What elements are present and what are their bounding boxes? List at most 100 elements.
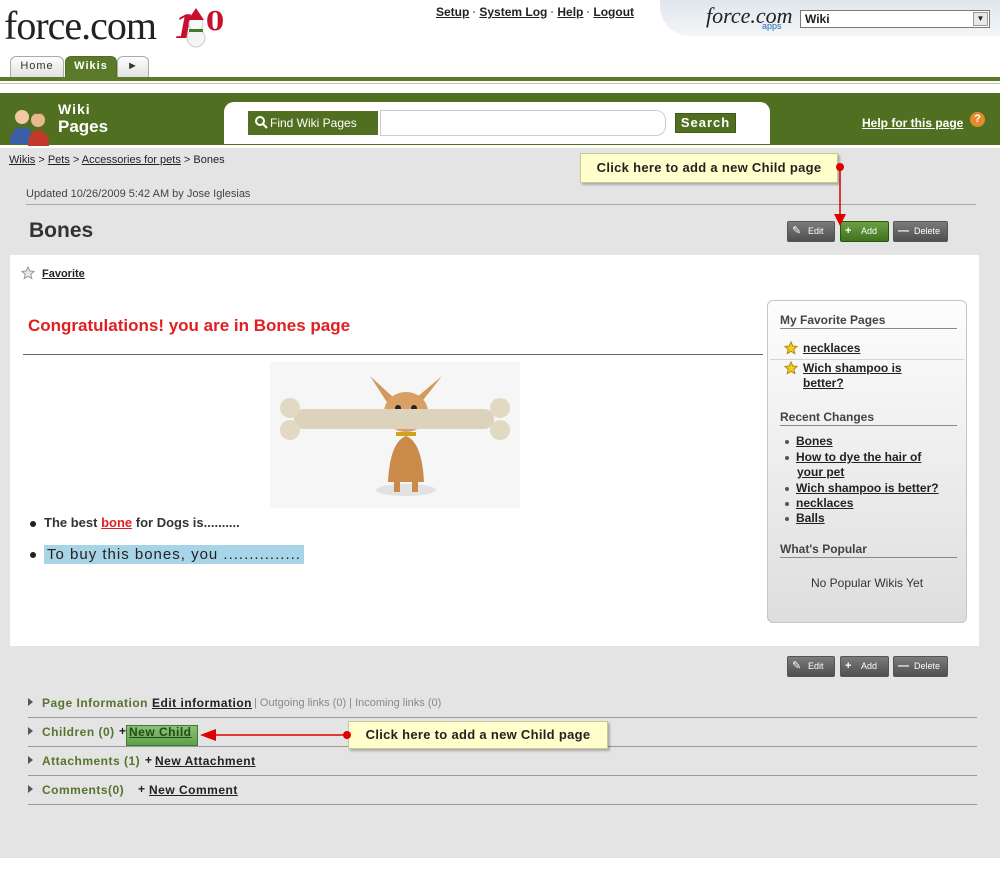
logout-link[interactable]: Logout bbox=[593, 5, 634, 19]
bullet-dot bbox=[785, 455, 789, 460]
whats-popular-heading: What's Popular bbox=[780, 542, 867, 556]
edit-information-link[interactable]: Edit information bbox=[152, 696, 252, 710]
breadcrumb-separator: > bbox=[180, 154, 194, 166]
sidebar-divider bbox=[780, 557, 957, 558]
section-attachments: Attachments (1) + New Attachment bbox=[28, 747, 977, 776]
apps-sublabel: apps bbox=[762, 21, 782, 31]
breadcrumb-pets[interactable]: Pets bbox=[48, 154, 70, 166]
links-count-text: | Outgoing links (0) | Incoming links (0… bbox=[254, 697, 442, 709]
pencil-icon: ✎ bbox=[792, 225, 802, 237]
recent-link-balls[interactable]: Balls bbox=[796, 511, 825, 525]
add-label: Add bbox=[861, 226, 878, 236]
page-footer bbox=[0, 858, 1000, 872]
recent-item-cont[interactable]: your pet bbox=[797, 465, 844, 480]
section-comments: Comments(0) + New Comment bbox=[28, 776, 977, 805]
dog-with-bone-image bbox=[270, 362, 520, 508]
bullet-dot bbox=[785, 439, 789, 444]
bone-link[interactable]: bone bbox=[101, 515, 132, 530]
new-attachment-link[interactable]: New Attachment bbox=[155, 754, 256, 768]
delete-button[interactable]: — Delete bbox=[893, 221, 948, 242]
bullet-dot bbox=[30, 520, 36, 527]
recent-item[interactable]: How to dye the hair of bbox=[785, 450, 921, 465]
system-log-link[interactable]: System Log bbox=[479, 5, 547, 19]
bullet-1-text-end: for Dogs is.......... bbox=[132, 515, 240, 530]
help-link[interactable]: Help bbox=[557, 5, 583, 19]
expand-triangle-icon[interactable] bbox=[28, 698, 33, 706]
section-title[interactable]: Page Information bbox=[42, 696, 148, 710]
breadcrumb-accessories[interactable]: Accessories for pets bbox=[82, 154, 181, 166]
new-comment-link[interactable]: New Comment bbox=[149, 783, 238, 797]
delete-button-bottom[interactable]: — Delete bbox=[893, 656, 948, 677]
tab-more-arrow[interactable]: ► bbox=[117, 56, 149, 77]
sidebar-divider bbox=[780, 425, 957, 426]
recent-link-shampoo[interactable]: Wich shampoo is better? bbox=[796, 481, 939, 495]
plus-icon: + bbox=[845, 660, 852, 672]
section-title[interactable]: Comments(0) bbox=[42, 783, 124, 797]
content-bullet-2: To buy this bones, you ............... bbox=[30, 545, 304, 564]
band-title-line1: Wiki bbox=[58, 101, 91, 117]
help-for-page-link[interactable]: Help for this page bbox=[862, 116, 963, 130]
force-logo[interactable]: force.com bbox=[4, 2, 157, 49]
recent-item[interactable]: necklaces bbox=[785, 496, 853, 511]
recent-item[interactable]: Bones bbox=[785, 434, 833, 449]
favorite-page-shampoo[interactable]: Wich shampoo is bbox=[803, 361, 902, 375]
plus-icon: + bbox=[119, 724, 127, 738]
top-links: Setup · System Log · Help · Logout bbox=[436, 5, 635, 19]
edit-button-bottom[interactable]: ✎ Edit bbox=[787, 656, 835, 677]
chevron-down-icon[interactable]: ▼ bbox=[973, 12, 988, 26]
search-button[interactable]: Search bbox=[675, 113, 736, 133]
tab-home[interactable]: Home bbox=[10, 56, 64, 77]
star-icon bbox=[784, 341, 798, 355]
edit-label: Edit bbox=[808, 226, 824, 236]
breadcrumb: Wikis > Pets > Accessories for pets > Bo… bbox=[9, 154, 225, 166]
section-title[interactable]: Attachments (1) bbox=[42, 754, 140, 768]
recent-item[interactable]: Balls bbox=[785, 511, 825, 526]
favorite-pages-heading: My Favorite Pages bbox=[780, 313, 886, 327]
tab-wikis[interactable]: Wikis bbox=[65, 56, 117, 77]
setup-link[interactable]: Setup bbox=[436, 5, 469, 19]
add-button-bottom[interactable]: + Add bbox=[840, 656, 889, 677]
wiki-users-icon bbox=[10, 110, 49, 146]
expand-triangle-icon[interactable] bbox=[28, 756, 33, 764]
recent-link-dye-hair[interactable]: How to dye the hair of bbox=[796, 450, 921, 464]
breadcrumb-current: Bones bbox=[193, 154, 225, 166]
app-selector[interactable]: Wiki ▼ bbox=[800, 10, 990, 28]
breadcrumb-wikis[interactable]: Wikis bbox=[9, 154, 35, 166]
bullet-dot bbox=[785, 516, 789, 521]
no-popular-text: No Popular Wikis Yet bbox=[810, 576, 924, 590]
header-divider bbox=[0, 77, 1000, 81]
new-child-link[interactable]: New Child bbox=[129, 725, 192, 739]
add-button[interactable]: + Add bbox=[840, 221, 889, 242]
favorite-page-necklaces[interactable]: necklaces bbox=[803, 341, 860, 355]
edit-button[interactable]: ✎ Edit bbox=[787, 221, 835, 242]
plus-icon: + bbox=[845, 225, 852, 237]
edit-label: Edit bbox=[808, 661, 824, 671]
content-heading: Congratulations! you are in Bones page bbox=[28, 316, 351, 335]
sidebar-row-divider bbox=[770, 359, 964, 360]
section-page-information: Page Information Edit information | Outg… bbox=[28, 689, 977, 718]
favorite-link[interactable]: Favorite bbox=[42, 268, 85, 280]
callout-add-child-top: Click here to add a new Child page bbox=[580, 153, 838, 183]
section-children-actions: + New Child bbox=[28, 718, 228, 747]
help-question-icon[interactable]: ? bbox=[970, 112, 985, 127]
bullet-dot bbox=[30, 552, 36, 559]
callout-add-child-bottom: Click here to add a new Child page bbox=[348, 721, 608, 749]
favorite-page-shampoo-cont[interactable]: better? bbox=[803, 376, 844, 390]
star-outline-icon[interactable] bbox=[21, 266, 35, 280]
recent-item[interactable]: Wich shampoo is better? bbox=[785, 481, 939, 496]
minus-icon: — bbox=[898, 660, 909, 672]
minus-icon: — bbox=[898, 225, 909, 237]
recent-link-necklaces[interactable]: necklaces bbox=[796, 496, 853, 510]
bullet-1-text: The best bbox=[44, 515, 102, 530]
divider bbox=[26, 204, 976, 205]
plus-icon: + bbox=[138, 782, 146, 796]
add-label: Add bbox=[861, 661, 878, 671]
expand-triangle-icon[interactable] bbox=[28, 785, 33, 793]
app-selector-value: Wiki bbox=[805, 12, 830, 26]
anniversary-10-logo-icon: 1 0 bbox=[174, 7, 224, 48]
recent-link-dye-hair-cont[interactable]: your pet bbox=[797, 465, 844, 479]
page-title: Bones bbox=[29, 219, 94, 242]
star-icon bbox=[784, 361, 798, 375]
search-input[interactable] bbox=[380, 110, 666, 136]
recent-link-bones[interactable]: Bones bbox=[796, 434, 833, 448]
